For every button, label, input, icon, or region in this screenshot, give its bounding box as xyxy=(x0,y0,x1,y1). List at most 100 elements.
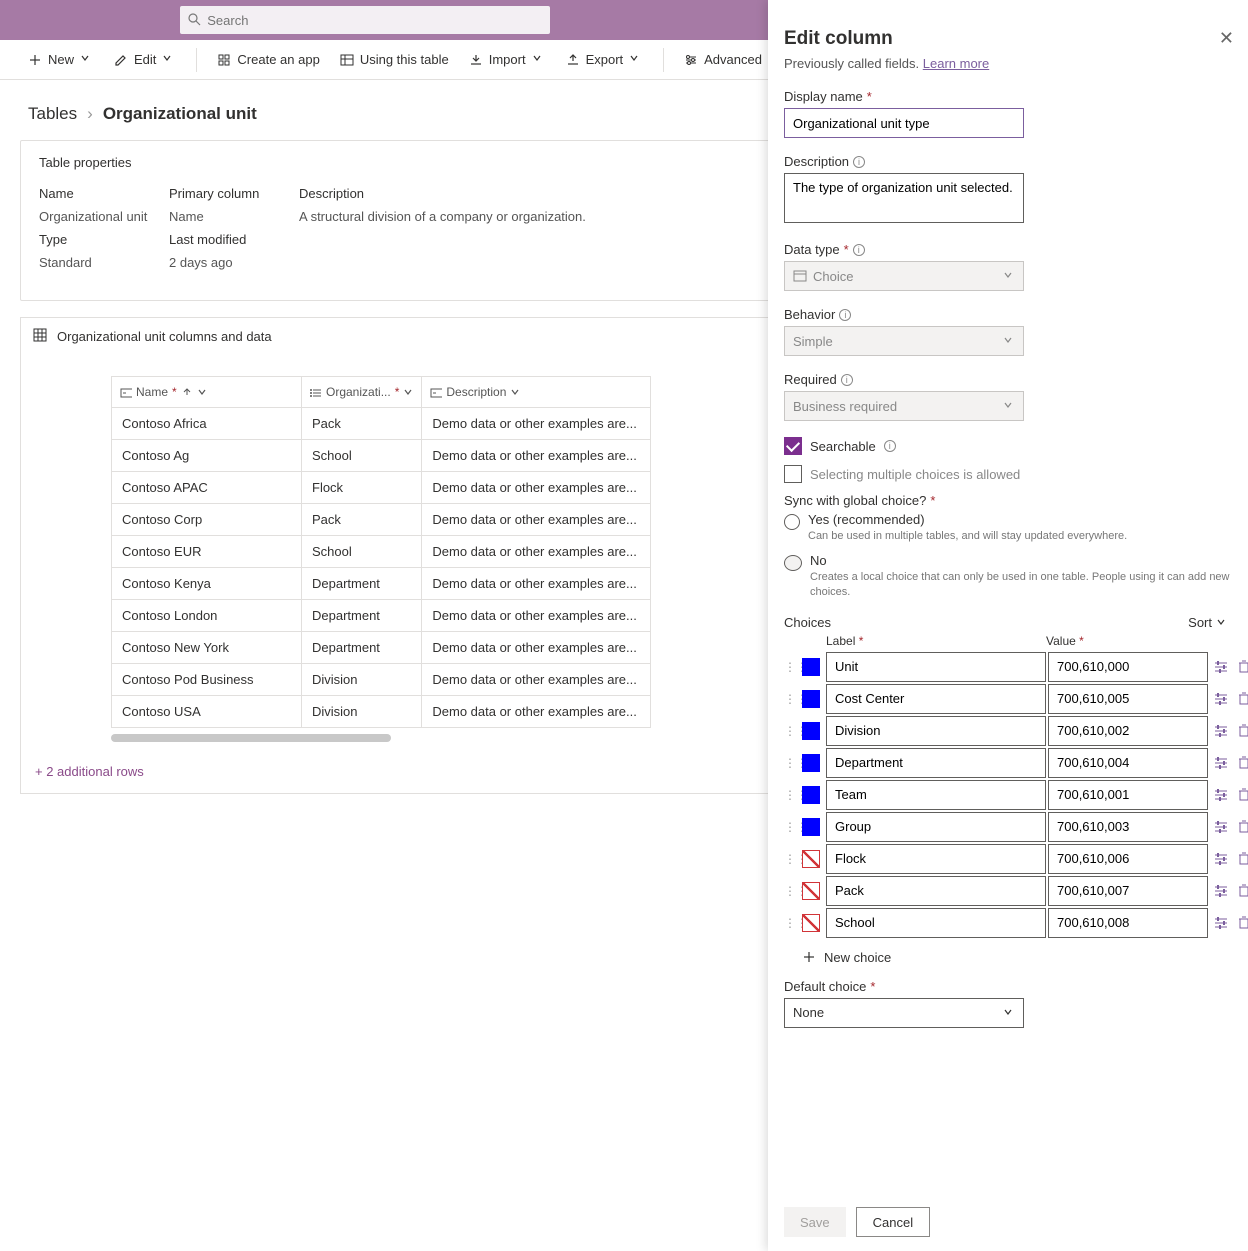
choice-label-input[interactable] xyxy=(826,748,1046,778)
table-row[interactable]: Contoso AfricaPackDemo data or other exa… xyxy=(112,408,651,440)
cell-type[interactable]: Pack xyxy=(302,504,422,536)
choice-value-input[interactable] xyxy=(1048,652,1208,682)
color-swatch[interactable] xyxy=(802,850,820,868)
cell-type[interactable]: Department xyxy=(302,632,422,664)
choice-label-input[interactable] xyxy=(826,716,1046,746)
choice-value-input[interactable] xyxy=(1048,748,1208,778)
info-icon[interactable]: i xyxy=(853,156,865,168)
choice-value-input[interactable] xyxy=(1048,812,1208,842)
cell-type[interactable]: Division xyxy=(302,696,422,728)
drag-handle-icon[interactable]: ⋮⋮ xyxy=(784,660,800,674)
cell-name[interactable]: Contoso Ag xyxy=(112,440,302,472)
cell-desc[interactable]: Demo data or other examples are... xyxy=(422,664,651,696)
choice-more-button[interactable] xyxy=(1210,787,1232,803)
cell-desc[interactable]: Demo data or other examples are... xyxy=(422,536,651,568)
color-swatch[interactable] xyxy=(802,882,820,900)
choice-more-button[interactable] xyxy=(1210,883,1232,899)
cell-name[interactable]: Contoso London xyxy=(112,600,302,632)
searchable-checkbox[interactable] xyxy=(784,437,802,455)
choice-more-button[interactable] xyxy=(1210,755,1232,771)
table-row[interactable]: Contoso KenyaDepartmentDemo data or othe… xyxy=(112,568,651,600)
multi-checkbox[interactable] xyxy=(784,465,802,483)
choice-delete-button[interactable] xyxy=(1234,851,1248,867)
table-row[interactable]: Contoso New YorkDepartmentDemo data or o… xyxy=(112,632,651,664)
choice-more-button[interactable] xyxy=(1210,659,1232,675)
cell-type[interactable]: School xyxy=(302,440,422,472)
cell-name[interactable]: Contoso Kenya xyxy=(112,568,302,600)
cell-name[interactable]: Contoso EUR xyxy=(112,536,302,568)
cell-name[interactable]: Contoso USA xyxy=(112,696,302,728)
learn-more-link[interactable]: Learn more xyxy=(923,56,989,71)
info-icon[interactable]: i xyxy=(839,309,851,321)
choice-delete-button[interactable] xyxy=(1234,915,1248,931)
cmd-export[interactable]: Export xyxy=(558,44,652,76)
table-row[interactable]: Contoso USADivisionDemo data or other ex… xyxy=(112,696,651,728)
choice-more-button[interactable] xyxy=(1210,915,1232,931)
table-row[interactable]: Contoso LondonDepartmentDemo data or oth… xyxy=(112,600,651,632)
table-row[interactable]: Contoso Pod BusinessDivisionDemo data or… xyxy=(112,664,651,696)
choice-label-input[interactable] xyxy=(826,684,1046,714)
cell-type[interactable]: Pack xyxy=(302,408,422,440)
sync-no-radio[interactable] xyxy=(784,555,802,571)
cmd-advanced[interactable]: Advanced xyxy=(676,44,770,76)
color-swatch[interactable] xyxy=(802,658,820,676)
choice-label-input[interactable] xyxy=(826,812,1046,842)
drag-handle-icon[interactable]: ⋮⋮ xyxy=(784,692,800,706)
cmd-import[interactable]: Import xyxy=(461,44,554,76)
color-swatch[interactable] xyxy=(802,786,820,804)
col-header-name[interactable]: Name* xyxy=(112,377,302,408)
choice-delete-button[interactable] xyxy=(1234,755,1248,771)
choice-label-input[interactable] xyxy=(826,876,1046,906)
choice-delete-button[interactable] xyxy=(1234,883,1248,899)
crumb-tables[interactable]: Tables xyxy=(28,104,77,124)
choice-more-button[interactable] xyxy=(1210,851,1232,867)
choice-label-input[interactable] xyxy=(826,844,1046,874)
info-icon[interactable]: i xyxy=(841,374,853,386)
cell-desc[interactable]: Demo data or other examples are... xyxy=(422,632,651,664)
col-header-desc[interactable]: Description xyxy=(422,377,651,408)
cell-type[interactable]: Flock xyxy=(302,472,422,504)
info-icon[interactable]: i xyxy=(853,244,865,256)
choice-delete-button[interactable] xyxy=(1234,659,1248,675)
cmd-using-table[interactable]: Using this table xyxy=(332,44,457,76)
cell-name[interactable]: Contoso Corp xyxy=(112,504,302,536)
choice-label-input[interactable] xyxy=(826,652,1046,682)
color-swatch[interactable] xyxy=(802,754,820,772)
cell-type[interactable]: Department xyxy=(302,568,422,600)
horizontal-scrollbar[interactable] xyxy=(111,734,391,742)
drag-handle-icon[interactable]: ⋮⋮ xyxy=(784,756,800,770)
cancel-button[interactable]: Cancel xyxy=(856,1207,930,1237)
cell-name[interactable]: Contoso APAC xyxy=(112,472,302,504)
choice-value-input[interactable] xyxy=(1048,716,1208,746)
new-choice-button[interactable]: New choice xyxy=(784,940,1238,965)
choice-value-input[interactable] xyxy=(1048,780,1208,810)
choice-more-button[interactable] xyxy=(1210,819,1232,835)
table-row[interactable]: Contoso APACFlockDemo data or other exam… xyxy=(112,472,651,504)
choice-value-input[interactable] xyxy=(1048,684,1208,714)
choice-more-button[interactable] xyxy=(1210,723,1232,739)
close-button[interactable]: ✕ xyxy=(1219,28,1234,49)
drag-handle-icon[interactable]: ⋮⋮ xyxy=(784,820,800,834)
drag-handle-icon[interactable]: ⋮⋮ xyxy=(784,724,800,738)
choice-delete-button[interactable] xyxy=(1234,787,1248,803)
drag-handle-icon[interactable]: ⋮⋮ xyxy=(784,852,800,866)
choice-value-input[interactable] xyxy=(1048,876,1208,906)
choice-label-input[interactable] xyxy=(826,908,1046,938)
info-icon[interactable]: i xyxy=(884,440,896,452)
color-swatch[interactable] xyxy=(802,722,820,740)
choice-delete-button[interactable] xyxy=(1234,691,1248,707)
choice-more-button[interactable] xyxy=(1210,691,1232,707)
cell-name[interactable]: Contoso Pod Business xyxy=(112,664,302,696)
choice-delete-button[interactable] xyxy=(1234,819,1248,835)
cell-desc[interactable]: Demo data or other examples are... xyxy=(422,504,651,536)
color-swatch[interactable] xyxy=(802,914,820,932)
cell-type[interactable]: Department xyxy=(302,600,422,632)
cell-desc[interactable]: Demo data or other examples are... xyxy=(422,408,651,440)
color-swatch[interactable] xyxy=(802,818,820,836)
cmd-create-app[interactable]: Create an app xyxy=(209,44,327,76)
choice-value-input[interactable] xyxy=(1048,844,1208,874)
save-button[interactable]: Save xyxy=(784,1207,846,1237)
table-row[interactable]: Contoso AgSchoolDemo data or other examp… xyxy=(112,440,651,472)
cell-type[interactable]: Division xyxy=(302,664,422,696)
cell-desc[interactable]: Demo data or other examples are... xyxy=(422,472,651,504)
